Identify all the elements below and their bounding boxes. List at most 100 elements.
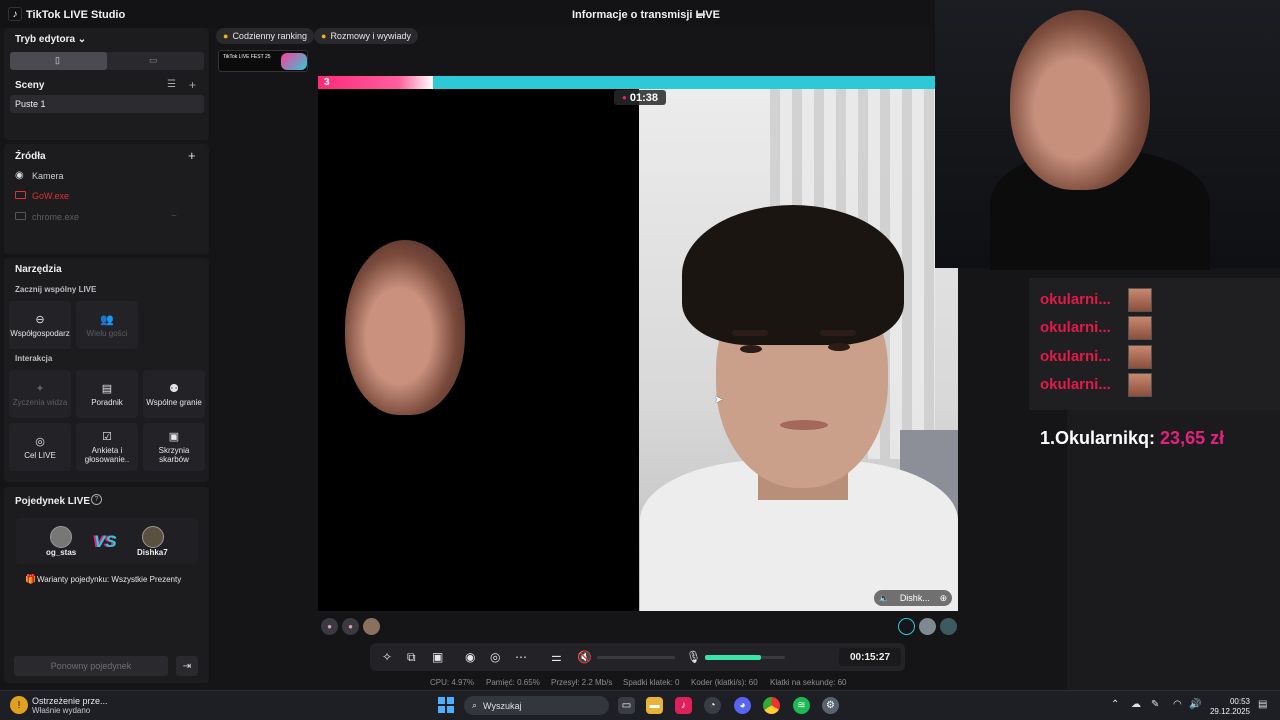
layout-icon[interactable]: ▣	[432, 650, 443, 664]
guide-button[interactable]: ▤ Poradnik	[76, 370, 138, 418]
dropped-frames-stat: Spadki klatek: 0	[623, 678, 680, 687]
battle-progress-right	[433, 76, 935, 89]
battle-variants[interactable]: Warianty pojedynku: Wszystkie Prezenty	[37, 575, 181, 584]
talks-chip[interactable]: ● Rozmowy i wywiady	[314, 28, 418, 44]
wishes-icon: ✦	[35, 382, 45, 395]
play-together-button[interactable]: ⚉ Wspólne granie	[143, 370, 205, 418]
record-icon[interactable]: ◉	[465, 650, 475, 664]
avatar	[142, 526, 164, 548]
tray-chevron-icon[interactable]: ⌃	[1111, 699, 1119, 710]
taskbar	[0, 690, 1280, 720]
clock-date[interactable]: 29.12.2025	[1208, 707, 1250, 716]
notification-subtitle: Właśnie wydano	[32, 706, 91, 715]
viewer-wishes-button[interactable]: ✦ Życzenia widza	[9, 370, 71, 418]
wifi-icon[interactable]: ◠	[1173, 699, 1182, 710]
screenshot-icon[interactable]: ◎	[490, 650, 500, 664]
exit-battle-icon[interactable]: ⇥	[176, 656, 198, 676]
donor-image	[1128, 316, 1152, 340]
vs-badge: VS	[94, 532, 117, 551]
taskbar-search[interactable]: ⌕ Wyszukaj	[464, 696, 609, 715]
add-icon: ⊕	[939, 592, 948, 603]
gifter-icon[interactable]: ●	[321, 618, 338, 635]
task-view-icon[interactable]: ▭	[618, 697, 635, 714]
rematch-button[interactable]: Ponowny pojedynek	[14, 656, 168, 676]
scenes-header: Sceny	[15, 80, 45, 91]
notification-title[interactable]: Ostrzeżenie prze...	[32, 696, 108, 706]
multi-guest-button[interactable]: 👥 Wielu gości	[76, 301, 138, 349]
webcam-face	[1010, 10, 1150, 190]
live-goal-button[interactable]: ◎ Cel LIVE	[9, 423, 71, 471]
clock-time[interactable]: 00:53	[1214, 697, 1250, 706]
settings-icon[interactable]: ⚙	[822, 697, 839, 714]
player2-name: Dishka7	[137, 548, 168, 557]
speaker-muted-icon[interactable]: 🔇	[577, 650, 592, 664]
donor-image	[1128, 373, 1152, 397]
hidden-icon[interactable]: ⌣	[171, 210, 177, 221]
book-icon: ▤	[101, 382, 113, 395]
gifter-icon[interactable]	[940, 618, 957, 635]
avatar	[50, 526, 72, 548]
source-item-chrome[interactable]: chrome.exe	[32, 212, 79, 222]
donor-image	[1128, 288, 1152, 312]
effects-icon[interactable]: ⧉	[407, 650, 416, 665]
top-donor-rank: 1.Okularnikq: 23,65 zł	[1040, 428, 1225, 448]
gifter-avatar[interactable]	[919, 618, 936, 635]
app-title: TikTok LIVE Studio	[26, 9, 126, 21]
link-icon: ⊖	[35, 313, 45, 326]
live-fest-banner[interactable]: TikTok LIVE FEST 25	[218, 50, 308, 72]
cloud-icon[interactable]: ☁	[1131, 699, 1141, 710]
battle-timer: ● 01:38	[614, 90, 666, 105]
add-source-icon[interactable]: +	[188, 148, 196, 163]
settings-sliders-icon[interactable]: ⚌	[551, 650, 562, 664]
gifter-avatar[interactable]	[363, 618, 380, 635]
right-strip	[1067, 410, 1280, 690]
chest-icon: ▣	[168, 431, 180, 443]
scene-label: Puste 1	[15, 99, 46, 109]
source-item-gow[interactable]: GoW.exe	[32, 191, 69, 201]
app-icon[interactable]: ◔	[704, 697, 721, 714]
microphone-icon[interactable]: 🎙	[686, 650, 701, 664]
donor-row: okularni...	[1040, 291, 1111, 308]
gifter-icon[interactable]: ●	[342, 618, 359, 635]
chrome-icon[interactable]	[763, 697, 780, 714]
guest-name-pill[interactable]: 🔈 Dishk... ⊕	[874, 590, 952, 606]
list-icon[interactable]: ☰	[167, 79, 176, 90]
streamer-face	[345, 240, 465, 415]
volume-slider[interactable]	[597, 656, 675, 659]
cohost-button[interactable]: ⊖ Współgospodarz	[9, 301, 71, 349]
gifter-icon[interactable]	[898, 618, 915, 635]
search-icon: ⌕	[472, 700, 478, 710]
editor-mode-dropdown[interactable]: Tryb edytora ⌄	[15, 34, 86, 45]
share-icon[interactable]: ➦	[697, 8, 706, 21]
notifications-icon[interactable]: ▤	[1258, 699, 1267, 710]
warning-icon[interactable]: !	[10, 696, 28, 714]
battle-progress-left	[318, 76, 433, 89]
poll-icon: ☑	[102, 431, 112, 443]
camera-icon: ◉	[15, 170, 24, 181]
magic-icon[interactable]: ✧	[382, 650, 392, 664]
windows-start-icon[interactable]	[438, 697, 454, 713]
tiktok-studio-icon[interactable]: ♪	[675, 697, 692, 714]
treasure-chest-button[interactable]: ▣ Skrzynia skarbów	[143, 423, 205, 471]
poll-button[interactable]: ☑ Ankieta i głosowanie..	[76, 423, 138, 471]
eye	[740, 345, 762, 353]
battle-panel	[4, 487, 209, 683]
donor-row: okularni...	[1040, 348, 1111, 365]
help-icon[interactable]: ?	[91, 494, 102, 505]
more-icon[interactable]: ⋯	[515, 650, 527, 664]
daily-ranking-chip[interactable]: ● Codzienny ranking	[216, 28, 314, 44]
speaker-icon: 🔈	[878, 592, 891, 603]
add-scene-icon[interactable]: +	[189, 78, 196, 92]
brow	[820, 330, 856, 336]
tools-header: Narzędzia	[15, 264, 62, 275]
spotify-icon[interactable]: ≋	[793, 697, 810, 714]
source-item-camera[interactable]: Kamera	[32, 171, 64, 181]
volume-icon[interactable]: 🔊	[1189, 699, 1201, 710]
file-explorer-icon[interactable]: ▬	[646, 697, 663, 714]
discord-icon[interactable]: ◕	[734, 697, 751, 714]
portrait-icon: ▯	[55, 55, 60, 65]
sources-header: Źródła	[15, 151, 46, 162]
interaction-label: Interakcja	[15, 354, 53, 363]
pen-icon[interactable]: ✎	[1151, 699, 1159, 710]
mic-level	[705, 655, 761, 660]
